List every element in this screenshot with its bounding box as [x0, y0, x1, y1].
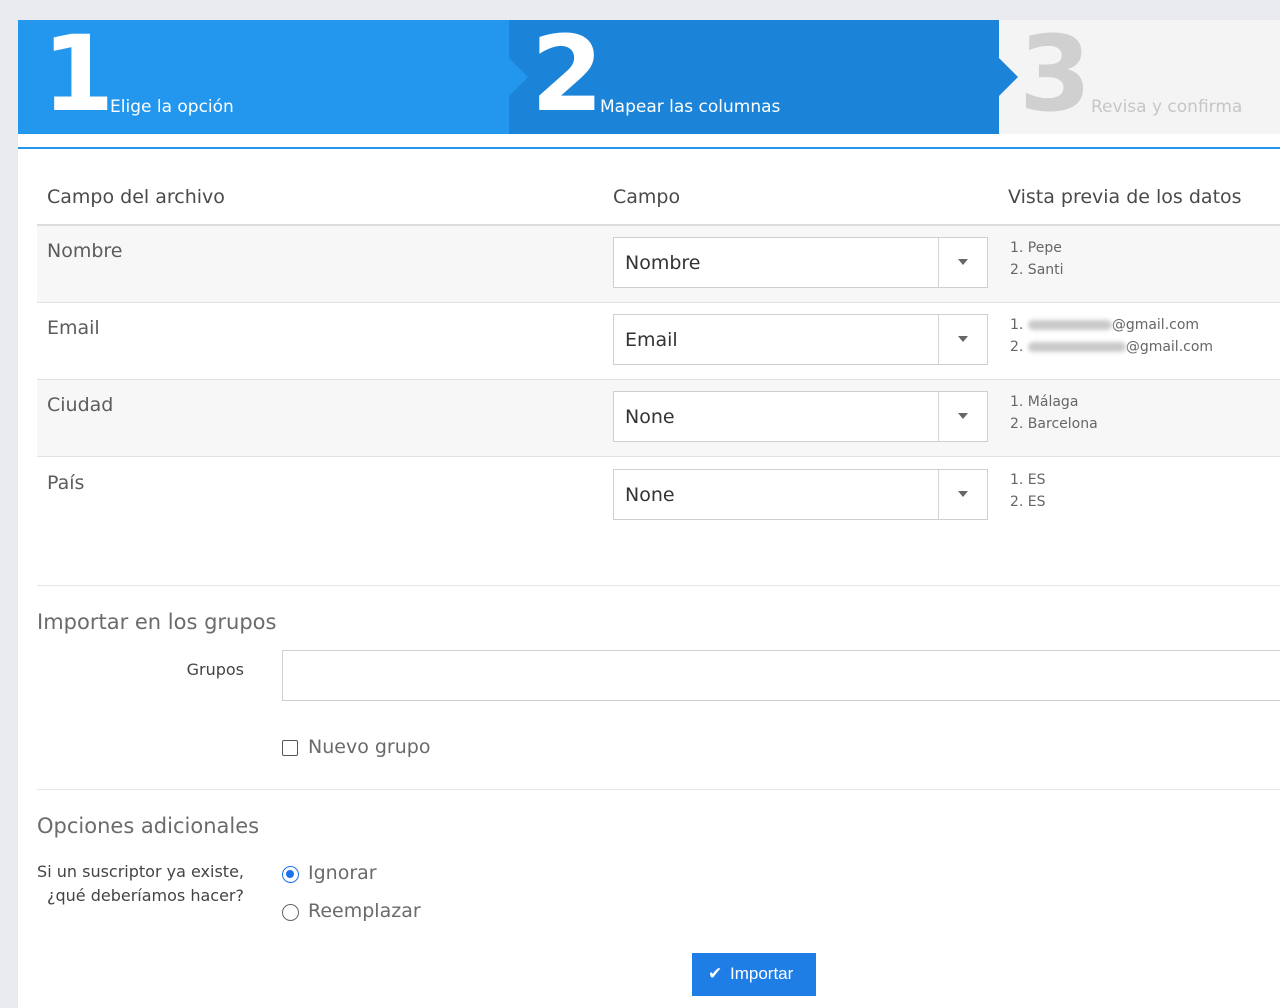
- table-row: Ciudad None 1. Málaga 2. Barcelona: [37, 380, 1280, 457]
- step-arrow: [509, 58, 528, 96]
- step-label: Elige la opción: [110, 97, 234, 117]
- select-value: Nombre: [625, 252, 701, 274]
- data-preview: 1. Málaga 2. Barcelona: [1010, 391, 1098, 435]
- preview-line: 1. Málaga: [1010, 394, 1079, 410]
- preview-line: 2. Barcelona: [1010, 416, 1098, 432]
- groups-label: Grupos: [186, 660, 244, 679]
- ignore-radio[interactable]: [282, 866, 299, 883]
- header-field: Campo: [613, 186, 681, 208]
- header-preview: Vista previa de los datos: [1008, 186, 1242, 208]
- data-preview: 1. Pepe 2. Santi: [1010, 237, 1064, 281]
- ignore-label[interactable]: Ignorar: [308, 862, 377, 884]
- preview-domain: @gmail.com: [1125, 339, 1214, 355]
- preview-index: 2.: [1010, 339, 1024, 355]
- step-number: 3: [1019, 20, 1092, 134]
- select-value: None: [625, 406, 675, 428]
- preview-line: 1. Pepe: [1010, 240, 1062, 256]
- preview-line: 1. ES: [1010, 472, 1046, 488]
- table-row: Nombre Nombre 1. Pepe 2. Santi: [37, 226, 1280, 303]
- select-divider: [938, 392, 939, 441]
- replace-radio[interactable]: [282, 904, 299, 921]
- field-select[interactable]: None: [613, 391, 988, 442]
- existing-subscriber-question: ¿qué deberíamos hacer?: [47, 886, 244, 905]
- header-file-field: Campo del archivo: [47, 186, 225, 208]
- new-group-label[interactable]: Nuevo grupo: [308, 736, 430, 758]
- file-field-name: Email: [47, 317, 100, 339]
- caret-down-icon[interactable]: [958, 259, 968, 265]
- import-panel: 1 Elige la opción 2 Mapear las columnas …: [18, 20, 1280, 1008]
- select-value: None: [625, 484, 675, 506]
- wizard-steps: 1 Elige la opción 2 Mapear las columnas …: [18, 20, 1280, 134]
- field-select[interactable]: Nombre: [613, 237, 988, 288]
- step-number: 2: [531, 20, 604, 134]
- check-icon: ✔: [708, 964, 723, 983]
- import-button[interactable]: ✔ Importar: [692, 953, 816, 996]
- file-field-name: País: [47, 472, 85, 494]
- step-number: 1: [42, 20, 115, 134]
- data-preview: 1. @gmail.com 2. @gmail.com: [1010, 314, 1213, 358]
- existing-subscriber-question: Si un suscriptor ya existe,: [37, 862, 244, 881]
- table-row: País None 1. ES 2. ES: [37, 458, 1280, 535]
- preview-index: 1.: [1010, 317, 1024, 333]
- section-divider: [37, 585, 1280, 586]
- data-preview: 1. ES 2. ES: [1010, 469, 1046, 513]
- redacted-text: [1027, 342, 1126, 352]
- table-row: Email Email 1. @gmail.com 2. @gmail.com: [37, 303, 1280, 380]
- file-field-name: Ciudad: [47, 394, 114, 416]
- file-field-name: Nombre: [47, 240, 123, 262]
- caret-down-icon[interactable]: [958, 491, 968, 497]
- new-group-checkbox[interactable]: [282, 740, 298, 756]
- preview-line: 2. ES: [1010, 494, 1046, 510]
- groups-section-title: Importar en los grupos: [37, 610, 277, 634]
- preview-line: 2. Santi: [1010, 262, 1064, 278]
- step-1: 1 Elige la opción: [18, 20, 509, 134]
- caret-down-icon[interactable]: [958, 413, 968, 419]
- step-3: 3 Revisa y confirma: [999, 20, 1280, 134]
- steps-divider: [18, 147, 1280, 149]
- options-section-title: Opciones adicionales: [37, 814, 260, 838]
- section-divider: [37, 789, 1280, 790]
- preview-domain: @gmail.com: [1111, 317, 1200, 333]
- select-divider: [938, 470, 939, 519]
- step-label: Mapear las columnas: [600, 97, 781, 117]
- select-value: Email: [625, 329, 678, 351]
- preview-line: 1. @gmail.com: [1010, 314, 1213, 336]
- select-divider: [938, 315, 939, 364]
- field-select[interactable]: Email: [613, 314, 988, 365]
- select-divider: [938, 238, 939, 287]
- caret-down-icon[interactable]: [958, 336, 968, 342]
- field-select[interactable]: None: [613, 469, 988, 520]
- step-2: 2 Mapear las columnas: [509, 20, 999, 134]
- step-label: Revisa y confirma: [1091, 97, 1243, 117]
- step-arrow: [999, 58, 1018, 96]
- import-button-label: Importar: [730, 964, 794, 983]
- groups-input[interactable]: [282, 650, 1280, 701]
- preview-line: 2. @gmail.com: [1010, 336, 1213, 358]
- redacted-text: [1027, 320, 1112, 330]
- replace-label[interactable]: Reemplazar: [308, 900, 421, 922]
